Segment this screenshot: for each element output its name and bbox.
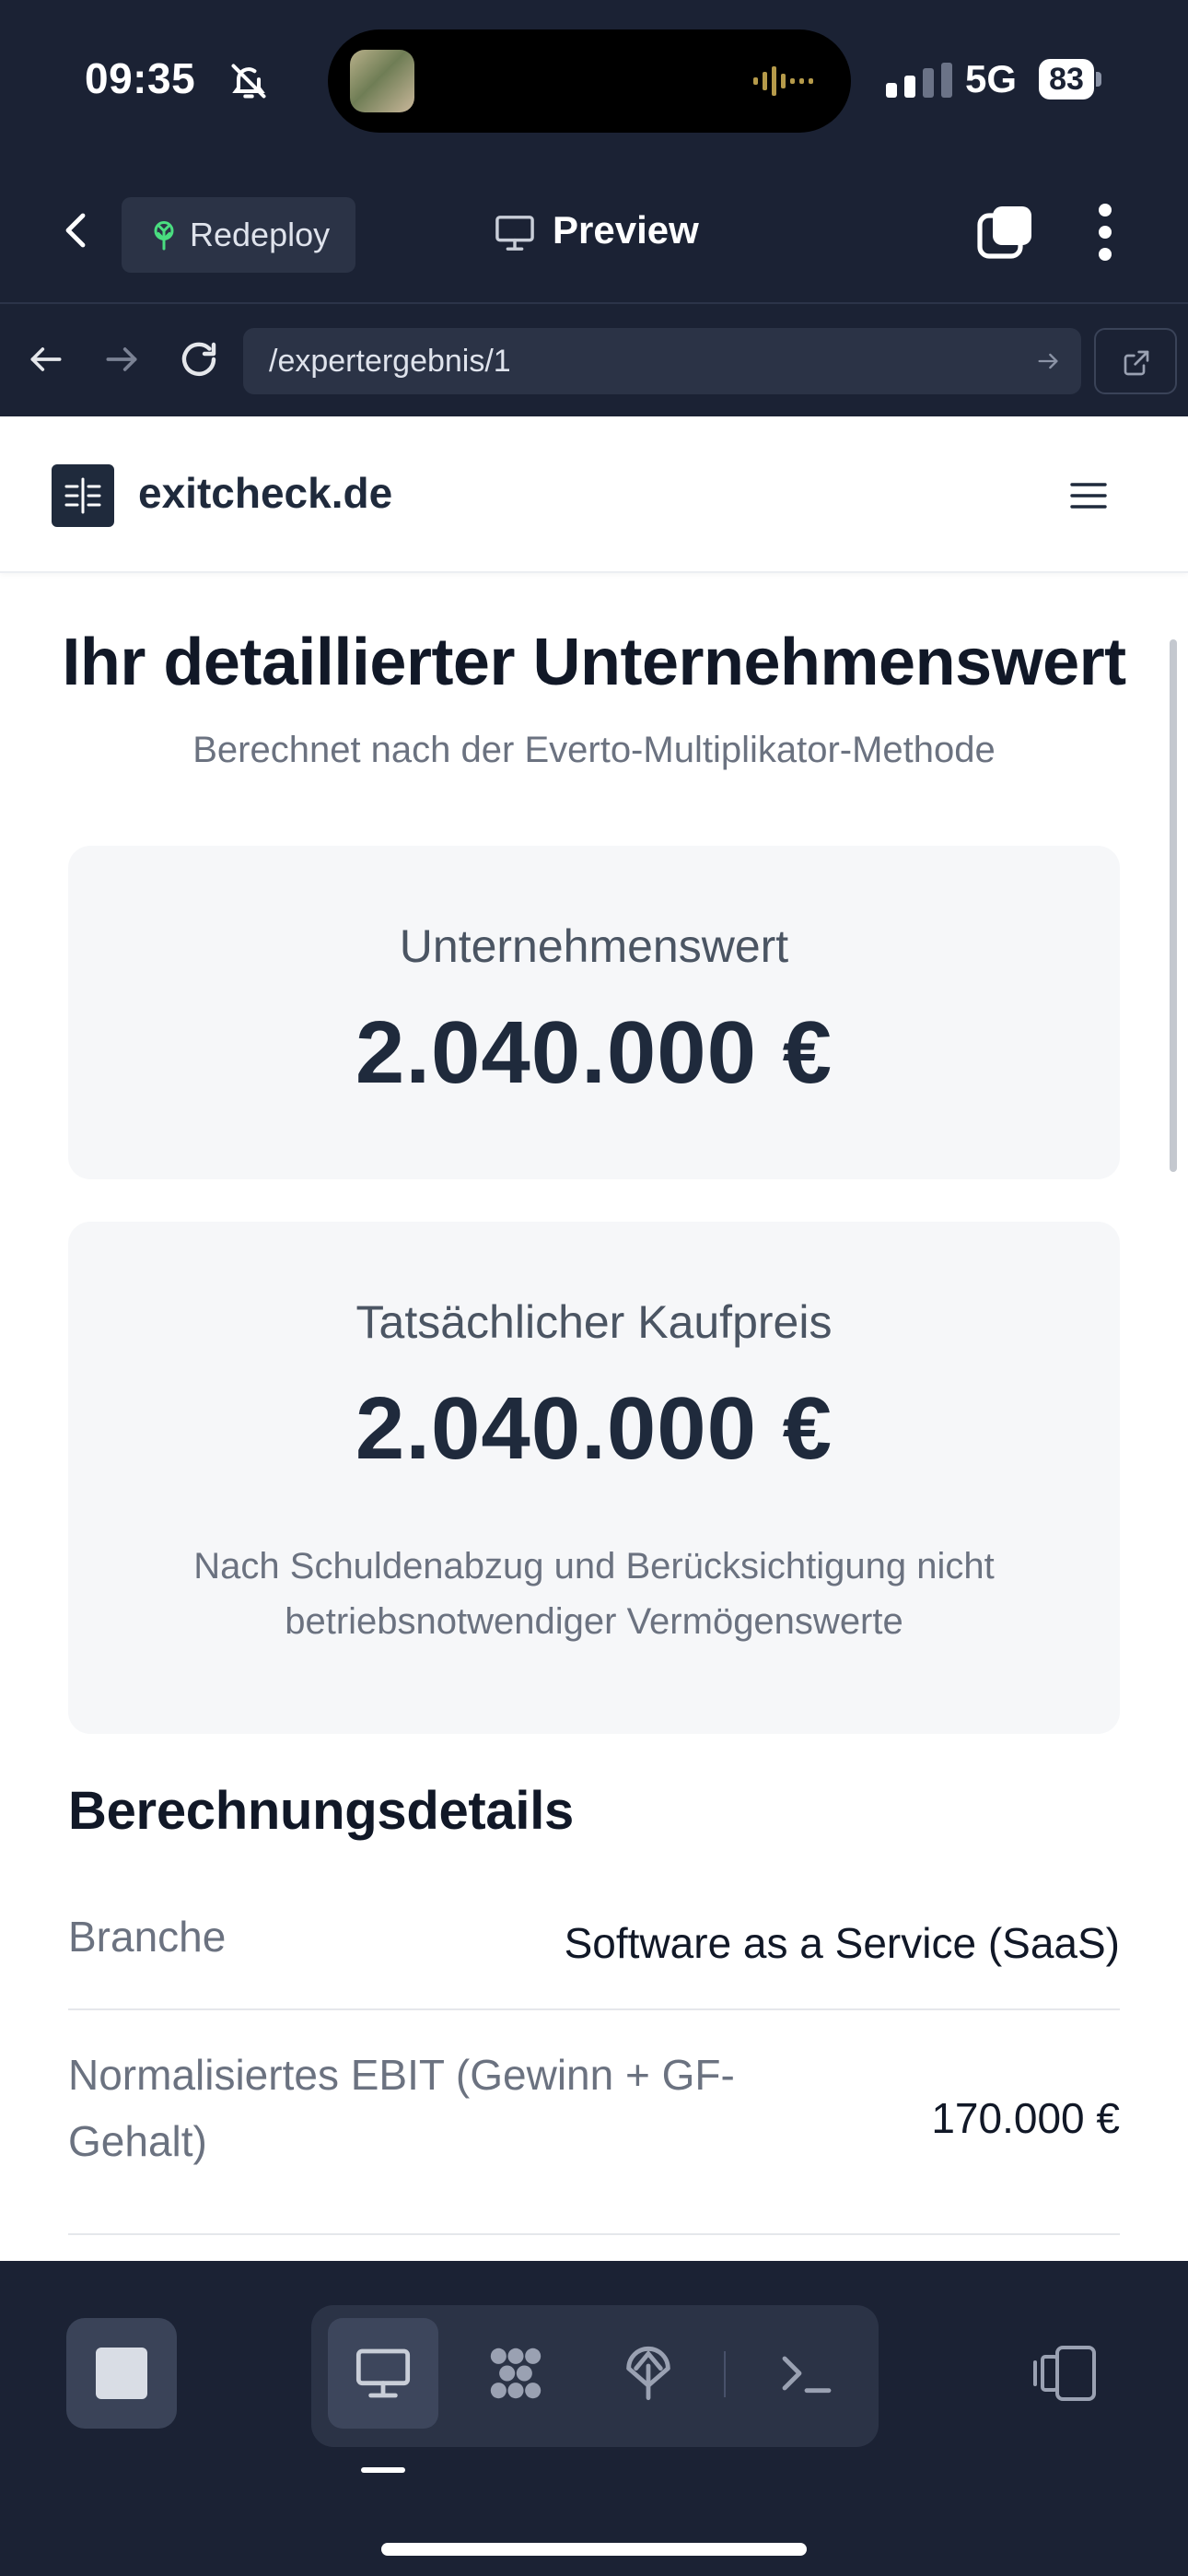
- open-external-button[interactable]: [1094, 328, 1177, 394]
- stop-icon: [96, 2348, 147, 2399]
- detail-row: Branche Software as a Service (SaaS): [68, 1885, 1120, 2010]
- browser-bar: /expertergebnis/1: [0, 306, 1188, 416]
- terminal-view-button[interactable]: [751, 2318, 862, 2429]
- purchase-price-card: Tatsächlicher Kaufpreis 2.040.000 € Nach…: [68, 1222, 1120, 1734]
- antenna-icon: [626, 2346, 670, 2401]
- company-value-amount: 2.040.000 €: [355, 1003, 833, 1102]
- arrow-left-icon[interactable]: [26, 339, 66, 380]
- stop-button[interactable]: [66, 2318, 177, 2429]
- url-field[interactable]: /expertergebnis/1: [243, 328, 1081, 394]
- hamburger-icon[interactable]: [1068, 479, 1109, 512]
- company-value-label: Unternehmenswert: [399, 920, 789, 972]
- sprout-icon: [154, 221, 174, 251]
- detail-value: 170.000 €: [931, 2094, 1120, 2142]
- audio-wave-icon: [753, 66, 813, 96]
- reload-icon[interactable]: [177, 337, 221, 381]
- view-switcher: [311, 2305, 879, 2447]
- url-text: /expertergebnis/1: [269, 344, 511, 379]
- go-arrow-icon[interactable]: [1035, 348, 1061, 374]
- detail-row: Normalisiertes EBIT (Gewinn + GF-Gehalt)…: [68, 2010, 1120, 2235]
- purchase-price-amount: 2.040.000 €: [355, 1379, 833, 1478]
- battery-level: 83: [1039, 59, 1094, 100]
- tabs-icon[interactable]: [976, 203, 1035, 262]
- site-name[interactable]: exitcheck.de: [138, 468, 392, 518]
- detail-label: Branche: [68, 1913, 227, 1961]
- arrow-right-icon[interactable]: [101, 339, 142, 380]
- apps-view-button[interactable]: [460, 2318, 571, 2429]
- bottom-dock: [0, 2261, 1188, 2576]
- page-subtitle: Berechnet nach der Everto-Multiplikator-…: [192, 730, 996, 770]
- deploy-view-button[interactable]: [593, 2318, 704, 2429]
- purchase-price-note: Nach Schuldenabzug und Berücksichtigung …: [193, 1546, 995, 1642]
- apps-grid-icon: [490, 2348, 542, 2399]
- battery-tip: [1096, 72, 1101, 87]
- terminal-icon: [782, 2356, 832, 2394]
- active-view-indicator: [361, 2467, 405, 2473]
- back-chevron-icon[interactable]: [55, 208, 99, 252]
- page-title: Ihr detaillierter Unternehmenswert: [62, 626, 1126, 699]
- purchase-price-label: Tatsächlicher Kaufpreis: [355, 1296, 833, 1348]
- site-logo-icon[interactable]: [52, 464, 114, 527]
- app-toolbar: Redeploy Preview: [0, 157, 1188, 304]
- detail-value: Software as a Service (SaaS): [564, 1919, 1120, 1967]
- preview-title[interactable]: Preview: [553, 208, 699, 252]
- device-toggle-icon[interactable]: [1031, 2344, 1098, 2403]
- signal-icon: [886, 63, 952, 98]
- details-title: Berechnungsdetails: [68, 1781, 574, 1841]
- dock-separator: [724, 2351, 726, 2397]
- bell-muted-icon: [231, 64, 266, 99]
- preview-view-button[interactable]: [328, 2318, 438, 2429]
- redeploy-label: Redeploy: [190, 216, 331, 253]
- kebab-menu-icon[interactable]: [1087, 203, 1124, 262]
- site-header: exitcheck.de: [0, 416, 1188, 573]
- status-time: 09:35: [85, 54, 196, 102]
- page-scrollbar[interactable]: [1170, 639, 1177, 1172]
- monitor-icon: [495, 216, 534, 251]
- detail-label: Normalisiertes EBIT (Gewinn + GF-Gehalt): [68, 2051, 735, 2165]
- monitor-icon: [355, 2348, 411, 2398]
- company-value-card: Unternehmenswert 2.040.000 €: [68, 846, 1120, 1179]
- home-indicator[interactable]: [381, 2543, 807, 2556]
- network-type: 5G: [965, 57, 1018, 100]
- status-bar: 09:35 5G 83: [0, 0, 1188, 157]
- redeploy-button[interactable]: Redeploy: [122, 197, 355, 273]
- webpage-viewport[interactable]: exitcheck.de Ihr detaillierter Unternehm…: [0, 416, 1188, 2261]
- external-link-icon: [1124, 350, 1149, 376]
- now-playing-thumbnail: [350, 50, 414, 112]
- dynamic-island[interactable]: [328, 29, 851, 133]
